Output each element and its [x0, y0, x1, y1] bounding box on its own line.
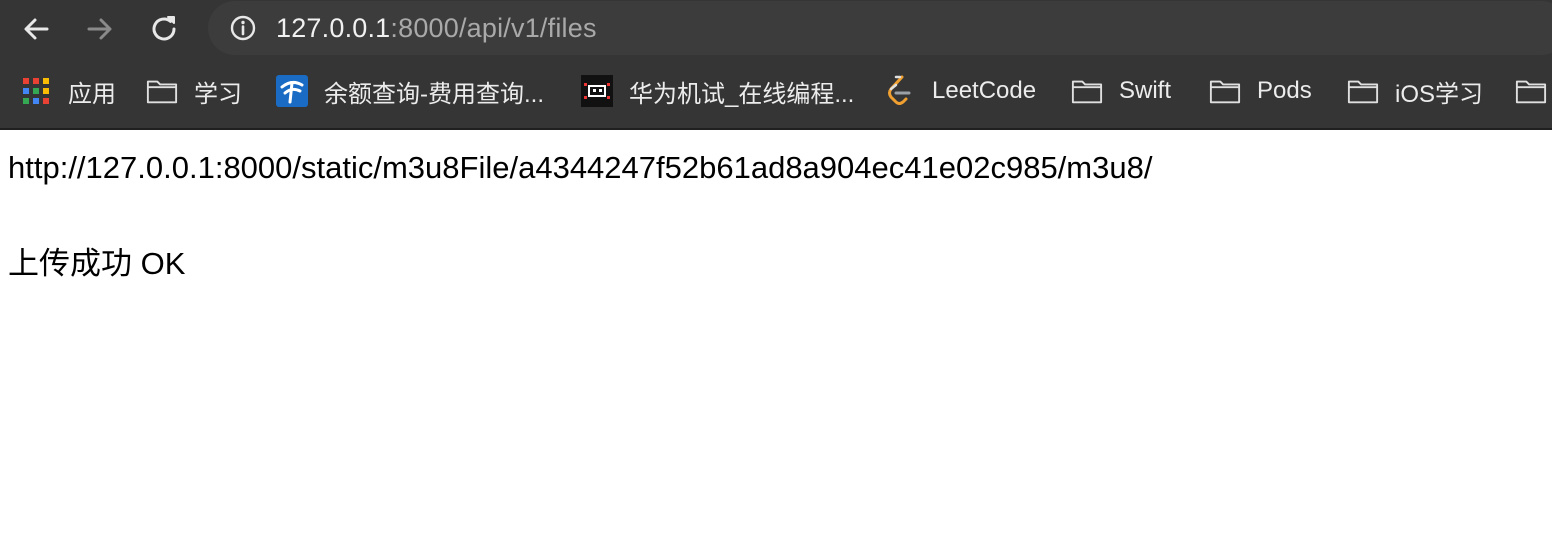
reload-button[interactable] — [144, 9, 184, 49]
folder-icon — [146, 75, 178, 107]
nowcoder-icon — [581, 75, 613, 107]
address-url[interactable]: 127.0.0.1:8000/api/v1/files — [276, 13, 597, 43]
browser-toolbar: 127.0.0.1:8000/api/v1/files — [0, 0, 1552, 58]
bookmark-apps[interactable]: 应用 — [20, 58, 116, 124]
arrow-left-icon — [24, 18, 49, 40]
bookmark-label: LeetCode — [932, 77, 1037, 104]
bookmark-label: 华为机试_在线编程... — [629, 80, 855, 108]
url-path: :8000/api/v1/files — [390, 13, 597, 43]
bookmark-balance-query[interactable]: 余额查询-费用查询... — [276, 58, 544, 124]
bookmark-overflow-folder[interactable] — [1515, 58, 1552, 124]
bookmark-label: Swift — [1119, 77, 1172, 104]
bookmark-swift[interactable]: Swift — [1071, 58, 1171, 124]
bookmark-label: iOS学习 — [1395, 80, 1484, 108]
address-bar[interactable]: 127.0.0.1:8000/api/v1/files — [208, 1, 1552, 55]
folder-icon — [1071, 75, 1103, 107]
leetcode-icon — [884, 75, 916, 107]
arrow-right-icon — [87, 18, 112, 40]
bookmark-leetcode[interactable]: LeetCode — [884, 58, 1036, 124]
bookmarks-bar: 应用 学习 余额查询-费用查询... 华为机试_在线编程... LeetCode… — [0, 58, 1552, 130]
bookmark-ios-study[interactable]: iOS学习 — [1347, 58, 1483, 124]
bookmark-huawei-coding[interactable]: 华为机试_在线编程... — [581, 58, 854, 124]
apps-grid-icon — [20, 75, 52, 107]
upload-status-text: 上传成功 OK — [8, 246, 186, 281]
folder-icon — [1347, 75, 1379, 107]
m3u8-url-text: http://127.0.0.1:8000/static/m3u8File/a4… — [8, 150, 1153, 185]
bookmark-pods[interactable]: Pods — [1209, 58, 1312, 124]
url-host: 127.0.0.1 — [276, 13, 391, 43]
folder-icon — [1515, 75, 1547, 107]
forward-button[interactable] — [80, 9, 120, 49]
reload-icon — [152, 16, 176, 41]
bookmark-label: 余额查询-费用查询... — [324, 80, 544, 108]
bookmark-study[interactable]: 学习 — [146, 58, 242, 124]
bookmark-label: Pods — [1257, 77, 1312, 104]
china-telecom-icon — [276, 75, 308, 107]
bookmark-label: 应用 — [68, 80, 116, 108]
back-button[interactable] — [16, 9, 56, 49]
info-icon[interactable] — [230, 15, 256, 41]
folder-icon — [1209, 75, 1241, 107]
bookmark-label: 学习 — [194, 80, 242, 108]
